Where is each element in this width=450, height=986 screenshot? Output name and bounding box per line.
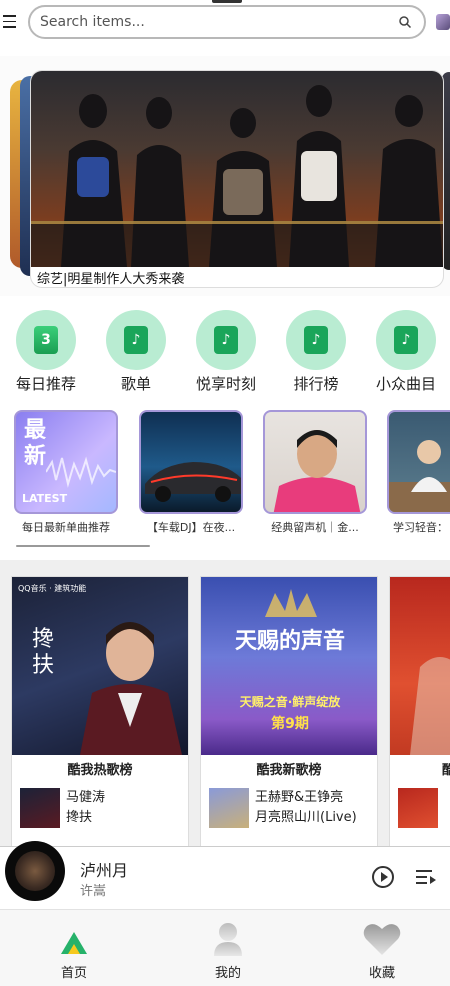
rank-title: 酷 — [390, 759, 450, 778]
rank-title: 酷我热歌榜 — [67, 763, 133, 778]
category-niche-tracks[interactable]: ♪ 小众曲目 — [366, 310, 446, 394]
rank-thumb — [209, 788, 249, 828]
menu-icon[interactable] — [3, 15, 16, 29]
rank-card[interactable]: QQ音乐 · 建筑功能 搀扶 酷我热歌榜 马健涛 搀扶 — [11, 576, 189, 850]
category-daily-recommend[interactable]: 3 每日推荐 — [6, 310, 86, 394]
now-playing-title: 泸州月 — [80, 861, 129, 880]
rank-text: 马健涛 搀扶 — [66, 788, 105, 828]
rank-card[interactable]: 酷 — [389, 576, 450, 850]
album-art — [15, 851, 55, 891]
search-bar[interactable] — [28, 5, 426, 39]
heart-icon — [342, 922, 422, 956]
nav-label: 首页 — [60, 966, 87, 981]
rank-list-section: QQ音乐 · 建筑功能 搀扶 酷我热歌榜 马健涛 搀扶 天赐的声音 天赐之音·鲜… — [0, 560, 450, 850]
user-icon — [188, 922, 268, 956]
now-playing-artist: 许嵩 — [80, 884, 107, 899]
rank-cover: 天赐的声音 天赐之音·鲜声绽放 第9期 — [201, 577, 377, 755]
music-note-icon: ♪ — [394, 326, 418, 354]
playlist-card[interactable]: 学习轻音： — [387, 410, 450, 535]
rank-artist: 王赫野&王铮亮 — [255, 790, 344, 805]
rank-artist: 马健涛 — [66, 790, 106, 805]
banner-image — [31, 71, 443, 267]
rank-entry[interactable]: 王赫野&王铮亮 月亮照山川(Live) — [209, 788, 377, 828]
playlist-cover — [139, 410, 243, 514]
rank-thumb — [20, 788, 60, 828]
playlist-title: 学习轻音： — [393, 521, 448, 534]
music-note-icon: ♪ — [214, 326, 238, 354]
nav-home[interactable]: 首页 — [34, 922, 114, 981]
status-handle — [212, 0, 242, 3]
rank-title: 酷我新歌榜 — [256, 763, 322, 778]
album-disc[interactable] — [5, 841, 65, 901]
category-label: 悦享时刻 — [195, 375, 256, 393]
search-icon[interactable] — [398, 15, 412, 29]
music-note-icon: ♪ — [124, 326, 148, 354]
music-note-icon: ♪ — [304, 326, 328, 354]
category-charts[interactable]: ♪ 排行榜 — [276, 310, 356, 394]
cover-subtext-2: 第9期 — [271, 716, 309, 732]
calendar-icon: 3 — [34, 326, 58, 354]
playlist-cover — [387, 410, 450, 514]
rank-thumb — [398, 788, 438, 828]
banner-caption: 综艺|明星制作人大秀来袭 — [37, 272, 185, 287]
category-circle: ♪ — [286, 310, 346, 370]
banner-carousel[interactable]: 综艺|明星制作人大秀来袭 — [0, 56, 450, 296]
playlist-title: 每日最新单曲推荐 — [22, 521, 110, 534]
rank-entry[interactable] — [398, 788, 450, 828]
rank-cover: QQ音乐 · 建筑功能 搀扶 — [12, 577, 188, 755]
rank-entry[interactable]: 马健涛 搀扶 — [20, 788, 188, 828]
category-circle: ♪ — [106, 310, 166, 370]
nav-label: 我的 — [214, 966, 241, 981]
playlist-card[interactable]: 经典留声机｜金... — [263, 410, 371, 535]
mini-player[interactable]: 泸州月 许嵩 — [0, 841, 450, 908]
rank-cover — [390, 577, 450, 755]
category-playlists[interactable]: ♪ 歌单 — [96, 310, 176, 394]
nav-mine[interactable]: 我的 — [188, 922, 268, 981]
avatar[interactable] — [436, 14, 450, 30]
playlist-title: 经典留声机｜金... — [271, 521, 359, 534]
category-circle: ♪ — [376, 310, 436, 370]
music-app-screen: 综艺|明星制作人大秀来袭 3 每日推荐 ♪ 歌单 ♪ 悦享时刻 ♪ 排行榜 — [0, 0, 450, 986]
playlist-card[interactable]: 最新 LATEST 每日最新单曲推荐 — [14, 410, 122, 535]
playlist-card[interactable]: 【车载DJ】在夜... — [139, 410, 247, 535]
playlist-title: 【车载DJ】在夜... — [146, 521, 236, 534]
category-enjoy-moments[interactable]: ♪ 悦享时刻 — [186, 310, 266, 394]
banner-card[interactable]: 综艺|明星制作人大秀来袭 — [30, 70, 444, 288]
rank-song: 月亮照山川(Live) — [255, 810, 357, 825]
playlist-cover — [263, 410, 367, 514]
home-icon — [34, 922, 114, 956]
category-circle: ♪ — [196, 310, 256, 370]
category-label: 每日推荐 — [15, 375, 76, 393]
rank-card[interactable]: 天赐的声音 天赐之音·鲜声绽放 第9期 酷我新歌榜 王赫野&王铮亮 月亮照山川(… — [200, 576, 378, 850]
cover-text: 搀扶 — [32, 627, 55, 678]
rank-song: 搀扶 — [66, 810, 93, 825]
play-icon[interactable] — [372, 866, 394, 888]
rank-text: 王赫野&王铮亮 月亮照山川(Live) — [255, 788, 357, 828]
cover-text: 天赐的声音 — [234, 629, 345, 654]
bottom-navigation: 首页 我的 收藏 — [0, 909, 450, 986]
scroll-indicator — [16, 545, 150, 547]
category-label: 歌单 — [120, 375, 151, 393]
cover-subtext: LATEST — [22, 492, 68, 505]
category-label: 小众曲目 — [375, 375, 436, 393]
nav-favorites[interactable]: 收藏 — [342, 922, 422, 981]
nav-label: 收藏 — [368, 966, 395, 981]
playlist-queue-icon[interactable] — [416, 869, 436, 885]
category-label: 排行榜 — [293, 375, 339, 393]
cover-brand: QQ音乐 · 建筑功能 — [18, 584, 87, 593]
category-circle: 3 — [16, 310, 76, 370]
playlist-cover: 最新 LATEST — [14, 410, 118, 514]
search-input[interactable] — [40, 14, 398, 30]
cover-subtext: 天赐之音·鲜声绽放 — [239, 695, 341, 709]
category-shortcuts: 3 每日推荐 ♪ 歌单 ♪ 悦享时刻 ♪ 排行榜 ♪ 小众曲目 — [0, 306, 450, 396]
